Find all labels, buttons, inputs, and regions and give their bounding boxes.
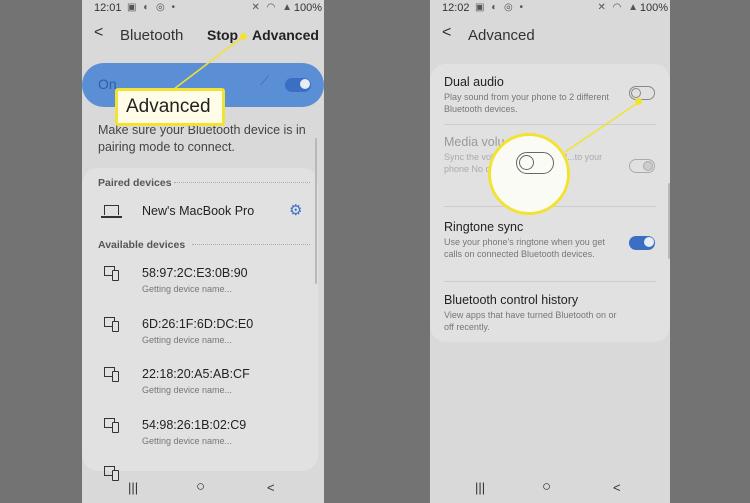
setting-description: Play sound from your phone to 2 differen… <box>444 92 609 114</box>
back-arrow-icon[interactable]: < <box>94 24 103 42</box>
section-divider <box>192 244 310 245</box>
device-icon <box>104 266 120 281</box>
home-icon[interactable]: ○ <box>196 478 205 495</box>
status-bar: 12:02 ▣ ◐ ◎ • ✕ ◠ ▲ 100% <box>430 0 670 18</box>
device-name: 58:97:2C:E3:0B:90 <box>142 266 248 280</box>
gear-icon[interactable]: ⚙ <box>289 201 302 219</box>
callout-dot <box>240 33 247 40</box>
status-time: 12:01 <box>94 2 122 14</box>
setting-title: Bluetooth control history <box>444 293 579 307</box>
divider <box>444 281 656 282</box>
bluetooth-toggle[interactable] <box>285 78 311 92</box>
setting-title: Dual audio <box>444 75 504 89</box>
ringtone-sync-setting[interactable]: Ringtone sync Use your phone's ringtone … <box>430 214 670 274</box>
advanced-settings-screen: 12:02 ▣ ◐ ◎ • ✕ ◠ ▲ 100% < Advanced Dual… <box>430 0 670 503</box>
available-device-row[interactable]: 58:97:2C:E3:0B:90 Getting device name... <box>82 258 318 298</box>
device-status: Getting device name... <box>142 335 233 345</box>
scrollbar[interactable] <box>315 138 317 284</box>
stop-button[interactable]: Stop <box>207 27 238 43</box>
device-icon <box>104 418 120 433</box>
bluetooth-scan-icon: ⟋ <box>260 73 270 88</box>
back-icon[interactable]: < <box>267 480 275 495</box>
recents-icon[interactable]: ||| <box>475 480 485 495</box>
battery-level: 100% <box>293 2 322 14</box>
ringtone-sync-toggle[interactable] <box>629 236 655 250</box>
callout-label: Advanced <box>126 96 211 117</box>
setting-title: Media volu <box>444 135 505 149</box>
bluetooth-control-history-setting[interactable]: Bluetooth control history View apps that… <box>430 286 670 336</box>
toggle-magnifier <box>488 133 570 215</box>
available-device-row[interactable]: 22:18:20:A5:AB:CF Getting device name... <box>82 359 318 399</box>
bluetooth-settings-screen: 12:01 ▣ ◐ ◎ • ✕ ◠ ▲ 100% < Bluetooth Sto… <box>82 0 324 503</box>
available-device-row-partial[interactable] <box>82 460 318 481</box>
page-title: Advanced <box>468 27 535 44</box>
app-header: < Bluetooth Stop Advanced <box>82 24 324 50</box>
signal-icons: ✕ ◠ ▲ <box>251 2 294 13</box>
dual-audio-setting[interactable]: Dual audio Play sound from your phone to… <box>430 72 670 122</box>
battery-level: 100% <box>639 2 668 14</box>
notification-icons: ▣ ◐ ◎ • <box>127 2 178 13</box>
section-divider <box>174 182 310 183</box>
setting-title: Ringtone sync <box>444 220 524 234</box>
magnified-toggle-icon <box>516 152 554 174</box>
navigation-bar: ||| ○ < <box>82 476 324 503</box>
notification-icons: ▣ ◐ ◎ • <box>475 2 526 13</box>
device-icon <box>104 317 120 332</box>
status-time: 12:02 <box>442 2 470 14</box>
setting-description: Use your phone's ringtone when you get c… <box>444 237 605 259</box>
recents-icon[interactable]: ||| <box>128 480 138 495</box>
available-device-row[interactable]: 54:98:26:1B:02:C9 Getting device name... <box>82 410 318 450</box>
available-devices-label: Available devices <box>98 239 186 251</box>
device-icon <box>104 367 120 382</box>
navigation-bar: ||| ○ < <box>430 476 670 503</box>
home-icon[interactable]: ○ <box>542 478 551 495</box>
device-name: New's MacBook Pro <box>142 204 255 218</box>
divider <box>444 124 656 125</box>
available-device-row[interactable]: 6D:26:1F:6D:DC:E0 Getting device name... <box>82 309 318 349</box>
setting-description: View apps that have turned Bluetooth on … <box>444 310 617 332</box>
device-status: Getting device name... <box>142 436 233 446</box>
status-bar: 12:01 ▣ ◐ ◎ • ✕ ◠ ▲ 100% <box>82 0 324 18</box>
paired-devices-label: Paired devices <box>98 177 172 189</box>
advanced-callout: Advanced <box>115 88 225 126</box>
dual-audio-toggle[interactable] <box>629 86 655 100</box>
bluetooth-on-label: On <box>98 76 117 92</box>
scrollbar[interactable] <box>668 183 670 259</box>
device-status: Getting device name... <box>142 385 233 395</box>
pairing-hint: Make sure your Bluetooth device is in pa… <box>98 123 306 154</box>
device-name: 22:18:20:A5:AB:CF <box>142 367 250 381</box>
device-name: 6D:26:1F:6D:DC:E0 <box>142 317 254 331</box>
app-header: < Advanced <box>430 24 670 50</box>
media-volume-sync-toggle[interactable] <box>629 159 655 173</box>
signal-icons: ✕ ◠ ▲ <box>597 2 640 13</box>
advanced-button[interactable]: Advanced <box>252 27 319 43</box>
device-status: Getting device name... <box>142 284 233 294</box>
page-title: Bluetooth <box>120 27 184 44</box>
devices-card: Paired devices New's MacBook Pro ⚙ Avail… <box>82 168 318 481</box>
back-arrow-icon[interactable]: < <box>442 24 451 42</box>
callout-dot <box>635 98 642 105</box>
back-icon[interactable]: < <box>613 480 621 495</box>
paired-device-row[interactable]: New's MacBook Pro ⚙ <box>82 196 318 226</box>
laptop-icon <box>101 205 122 218</box>
device-name: 54:98:26:1B:02:C9 <box>142 418 247 432</box>
